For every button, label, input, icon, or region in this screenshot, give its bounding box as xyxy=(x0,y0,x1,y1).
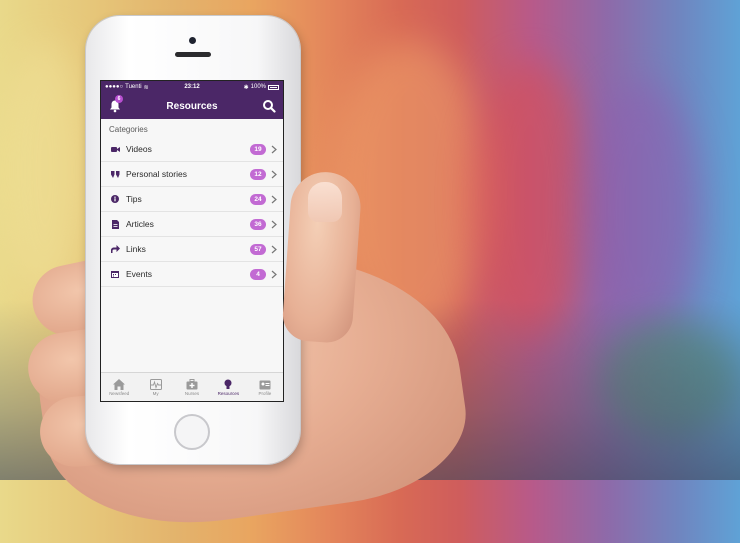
video-camera-icon xyxy=(110,144,120,154)
category-row-links[interactable]: Links 57 xyxy=(101,237,283,262)
front-camera xyxy=(189,37,196,44)
tab-nurses[interactable]: Nurses xyxy=(174,373,210,401)
notification-badge: 6 xyxy=(115,95,123,103)
bluetooth-icon: ✱ xyxy=(243,84,249,91)
category-label: Articles xyxy=(126,219,154,229)
home-button[interactable] xyxy=(174,414,210,450)
category-list: Videos 19 Personal stories 12 Tips 24 Ar… xyxy=(101,137,283,287)
category-label: Events xyxy=(126,269,152,279)
categories-header: Categories xyxy=(109,125,148,134)
category-row-articles[interactable]: Articles 36 xyxy=(101,212,283,237)
category-row-personal-stories[interactable]: Personal stories 12 xyxy=(101,162,283,187)
chevron-right-icon xyxy=(271,270,277,278)
nav-bar: 6 Resources xyxy=(101,93,283,119)
tab-label: Nurses xyxy=(184,390,200,396)
tab-label: Newsfeed xyxy=(109,390,130,396)
category-label: Personal stories xyxy=(126,169,187,179)
search-icon[interactable] xyxy=(262,99,276,113)
chevron-right-icon xyxy=(271,170,277,178)
carrier-label: Tuenti xyxy=(125,84,142,90)
tab-bar: Newsfeed My Nurses Resources Profile xyxy=(101,372,283,401)
quote-icon xyxy=(110,169,120,179)
share-arrow-icon xyxy=(110,244,120,254)
medical-kit-icon xyxy=(186,378,198,389)
battery-icon xyxy=(268,84,279,90)
count-badge: 19 xyxy=(250,143,266,155)
heartbeat-icon xyxy=(149,378,162,390)
chevron-right-icon xyxy=(271,245,277,253)
chevron-right-icon xyxy=(271,220,277,228)
wifi-icon: ≋ xyxy=(143,84,149,91)
tab-newsfeed[interactable]: Newsfeed xyxy=(101,373,137,401)
category-label: Links xyxy=(126,244,146,254)
chevron-right-icon xyxy=(271,195,277,203)
category-row-events[interactable]: Events 4 xyxy=(101,262,283,287)
signal-icon: ●●●●○ xyxy=(105,84,124,90)
count-badge: 4 xyxy=(250,268,266,280)
category-row-videos[interactable]: Videos 19 xyxy=(101,137,283,162)
home-icon xyxy=(113,378,126,390)
category-row-tips[interactable]: Tips 24 xyxy=(101,187,283,212)
tab-label: Profile xyxy=(258,390,272,396)
count-badge: 57 xyxy=(250,243,266,255)
profile-card-icon xyxy=(259,380,271,389)
battery-percent: 100% xyxy=(250,84,266,90)
category-label: Tips xyxy=(126,194,142,204)
lightbulb-icon xyxy=(224,379,232,389)
document-icon xyxy=(110,219,120,229)
clock: 23:12 xyxy=(184,84,200,90)
count-badge: 36 xyxy=(250,218,266,230)
tab-my[interactable]: My xyxy=(137,373,173,401)
count-badge: 12 xyxy=(250,168,266,180)
category-label: Videos xyxy=(126,144,152,154)
tab-label: Resources xyxy=(217,390,240,396)
chevron-right-icon xyxy=(271,145,277,153)
app-screen: ●●●●○ Tuenti ≋ 23:12 ✱ 100% 6 Resources xyxy=(100,80,284,402)
earpiece-speaker xyxy=(175,52,211,57)
calendar-icon xyxy=(110,269,120,279)
phone-device: ●●●●○ Tuenti ≋ 23:12 ✱ 100% 6 Resources xyxy=(86,16,300,464)
tab-profile[interactable]: Profile xyxy=(247,373,283,401)
page-title: Resources xyxy=(166,100,218,112)
tab-resources[interactable]: Resources xyxy=(210,373,246,401)
count-badge: 24 xyxy=(250,193,266,205)
tab-label: My xyxy=(152,390,159,396)
info-icon xyxy=(110,194,120,204)
status-bar: ●●●●○ Tuenti ≋ 23:12 ✱ 100% xyxy=(101,81,283,93)
